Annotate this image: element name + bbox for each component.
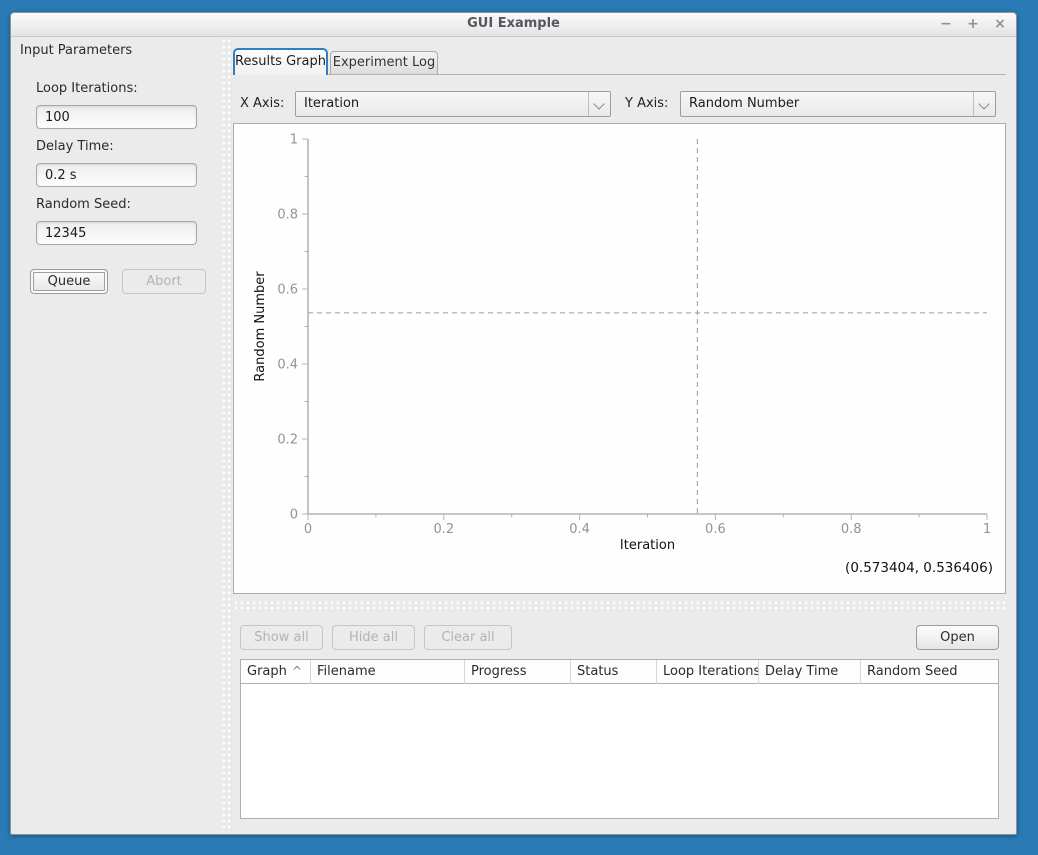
random-seed-field[interactable] bbox=[36, 221, 197, 245]
loop-iterations-label: Loop Iterations: bbox=[36, 81, 138, 96]
column-header-random-seed[interactable]: Random Seed bbox=[861, 660, 998, 684]
svg-text:0.4: 0.4 bbox=[277, 358, 298, 373]
svg-text:0.8: 0.8 bbox=[841, 522, 862, 537]
y-axis-arrow-box bbox=[973, 92, 995, 116]
minimize-icon[interactable]: − bbox=[938, 15, 954, 33]
open-button[interactable]: Open bbox=[916, 625, 999, 650]
app-window: GUI Example − + × Input Parameters Loop … bbox=[10, 12, 1017, 835]
titlebar[interactable]: GUI Example − + × bbox=[11, 13, 1016, 37]
loop-iterations-field[interactable] bbox=[36, 105, 197, 129]
hide-all-button[interactable]: Hide all bbox=[332, 625, 415, 650]
queue-button[interactable]: Queue bbox=[30, 269, 108, 294]
window-title: GUI Example bbox=[11, 16, 1016, 31]
x-axis-label: X Axis: bbox=[240, 96, 284, 111]
results-graph-panel: 0 0.2 0.4 0.6 0.8 1 0 0.2 0.4 0.6 0.8 1 Iteration Ran… bbox=[233, 123, 1006, 594]
delay-time-label: Delay Time: bbox=[36, 139, 114, 154]
tab-pane-border bbox=[233, 74, 1006, 75]
svg-text:1: 1 bbox=[983, 522, 991, 537]
plot-canvas[interactable]: 0 0.2 0.4 0.6 0.8 1 0 0.2 0.4 0.6 0.8 1 Iteration Ran… bbox=[234, 124, 1005, 593]
x-axis-selected-value: Iteration bbox=[304, 96, 359, 111]
tab-experiment-log[interactable]: Experiment Log bbox=[330, 51, 438, 74]
x-axis-select[interactable]: Iteration bbox=[295, 91, 611, 117]
svg-text:0: 0 bbox=[290, 508, 298, 523]
cursor-coordinates: (0.573404, 0.536406) bbox=[845, 560, 993, 576]
svg-text:Iteration: Iteration bbox=[620, 538, 675, 553]
svg-text:1: 1 bbox=[290, 133, 298, 148]
abort-button[interactable]: Abort bbox=[122, 269, 206, 294]
clear-all-button[interactable]: Clear all bbox=[424, 625, 512, 650]
horizontal-splitter[interactable] bbox=[233, 601, 1006, 611]
column-header-progress[interactable]: Progress bbox=[465, 660, 571, 684]
table-header-row: Graph^ Filename Progress Status Loop Ite… bbox=[241, 660, 998, 684]
close-icon[interactable]: × bbox=[992, 15, 1008, 33]
tab-results-graph[interactable]: Results Graph bbox=[233, 48, 328, 75]
chevron-down-icon bbox=[978, 98, 989, 109]
desktop-background: GUI Example − + × Input Parameters Loop … bbox=[0, 0, 1038, 855]
column-header-status[interactable]: Status bbox=[571, 660, 657, 684]
column-header-graph[interactable]: Graph^ bbox=[241, 660, 311, 684]
window-controls: − + × bbox=[938, 15, 1008, 33]
svg-text:0.2: 0.2 bbox=[433, 522, 454, 537]
vertical-splitter[interactable] bbox=[222, 38, 233, 832]
experiments-table: Graph^ Filename Progress Status Loop Ite… bbox=[240, 659, 999, 819]
column-header-loop-iterations[interactable]: Loop Iterations bbox=[657, 660, 759, 684]
y-axis-select[interactable]: Random Number bbox=[680, 91, 996, 117]
column-header-filename[interactable]: Filename bbox=[311, 660, 465, 684]
svg-text:Random Number: Random Number bbox=[253, 271, 268, 382]
svg-text:0.6: 0.6 bbox=[277, 283, 298, 298]
svg-text:0.2: 0.2 bbox=[277, 433, 298, 448]
show-all-button[interactable]: Show all bbox=[240, 625, 323, 650]
random-seed-label: Random Seed: bbox=[36, 197, 131, 212]
delay-time-field[interactable] bbox=[36, 163, 197, 187]
svg-text:0.6: 0.6 bbox=[705, 522, 726, 537]
x-axis-arrow-box bbox=[588, 92, 610, 116]
panel-title: Input Parameters bbox=[20, 43, 132, 58]
svg-text:0: 0 bbox=[304, 522, 312, 537]
column-header-delay-time[interactable]: Delay Time bbox=[759, 660, 861, 684]
maximize-icon[interactable]: + bbox=[965, 15, 981, 33]
svg-text:0.4: 0.4 bbox=[569, 522, 590, 537]
sort-ascending-icon: ^ bbox=[292, 660, 302, 683]
svg-text:0.8: 0.8 bbox=[277, 208, 298, 223]
chevron-down-icon bbox=[593, 98, 604, 109]
y-axis-selected-value: Random Number bbox=[689, 96, 799, 111]
y-axis-label: Y Axis: bbox=[625, 96, 668, 111]
